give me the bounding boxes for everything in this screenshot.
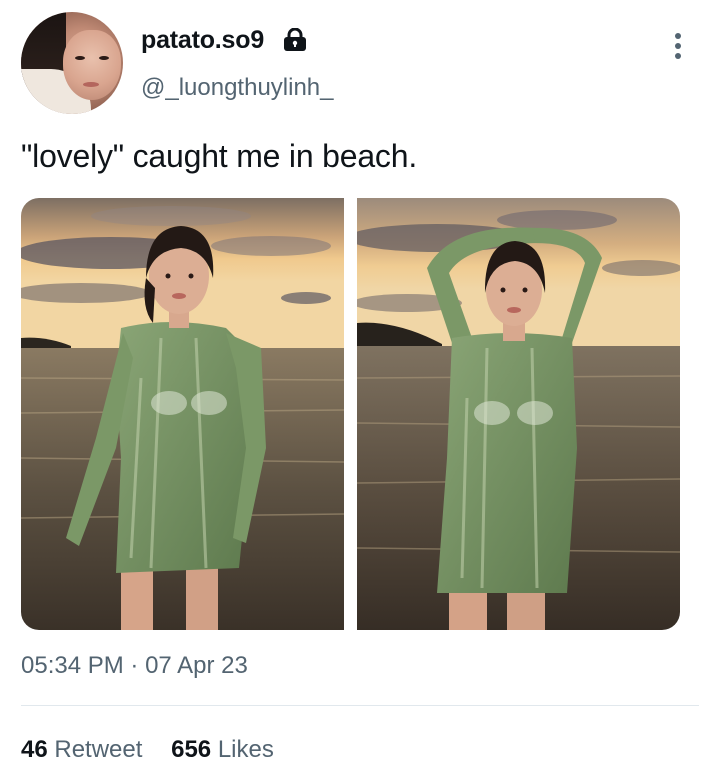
timestamp-separator: · xyxy=(130,652,139,679)
likes-stat[interactable]: 656 Likes xyxy=(171,736,274,764)
display-name[interactable]: patato.so9 xyxy=(141,26,264,55)
tweet-text: "lovely" caught me in beach. xyxy=(21,138,418,174)
more-vertical-icon[interactable] xyxy=(670,31,686,63)
retweets-count: 46 xyxy=(21,736,48,763)
likes-count: 656 xyxy=(171,736,212,763)
tweet-timestamp[interactable]: 05:34 PM · 07 Apr 23 xyxy=(21,652,248,680)
retweets-label: Retweet xyxy=(54,736,143,763)
tweet-photo-1[interactable] xyxy=(21,198,344,630)
tweet-date: 07 Apr 23 xyxy=(145,652,248,679)
tweet-card: patato.so9 @_luongthuylinh_ "lovely" cau… xyxy=(0,0,720,778)
retweets-stat[interactable]: 46 Retweet xyxy=(21,736,142,764)
tweet-stats: 46 Retweet 656 Likes xyxy=(21,736,274,764)
tweet-time: 05:34 PM xyxy=(21,652,124,679)
tweet-photo-2[interactable] xyxy=(357,198,680,630)
divider xyxy=(21,705,699,706)
avatar[interactable] xyxy=(21,12,123,114)
user-handle[interactable]: @_luongthuylinh_ xyxy=(141,74,334,102)
likes-label: Likes xyxy=(217,736,274,763)
lock-icon xyxy=(284,28,306,51)
